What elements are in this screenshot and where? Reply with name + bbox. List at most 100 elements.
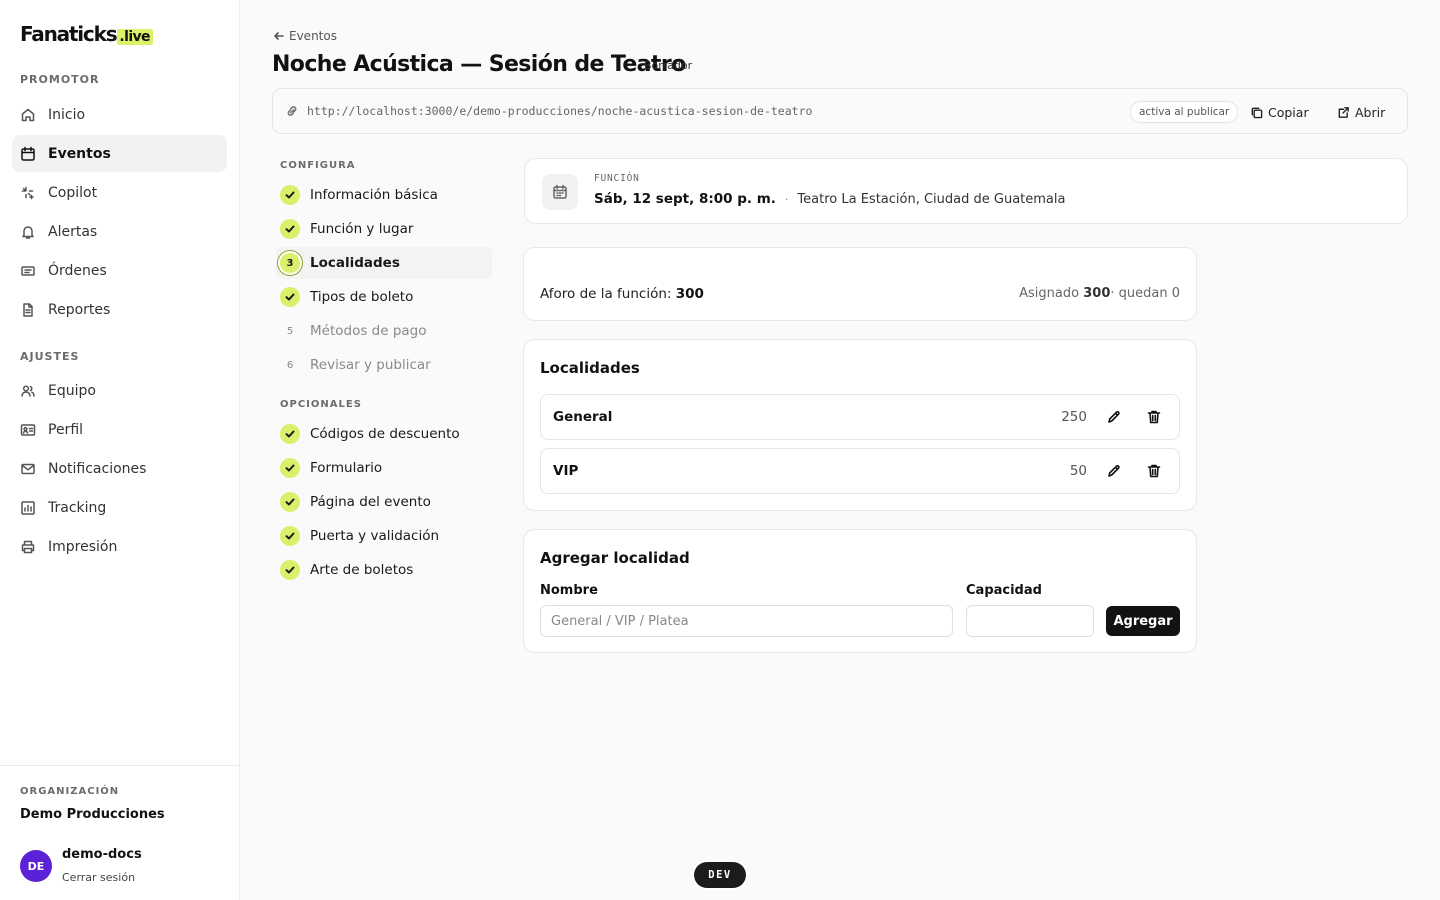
edit-localidad-button[interactable]	[1105, 408, 1123, 426]
localidad-row: General 250	[540, 394, 1180, 440]
edit-localidad-button[interactable]	[1105, 462, 1123, 480]
localidad-row: VIP 50	[540, 448, 1180, 494]
document-icon	[23, 302, 33, 317]
copy-icon	[1251, 107, 1263, 118]
step-label: Información básica	[310, 187, 438, 203]
assigned-label: Asignado	[1019, 286, 1080, 301]
step-tipos-de-boleto[interactable]: Tipos de boleto	[276, 281, 492, 313]
sidebar-item-inicio[interactable]: Inicio	[12, 96, 227, 133]
step-formulario[interactable]: Formulario	[276, 452, 492, 484]
sidebar: Fanaticks .live PROMOTOR Inicio Eventos C…	[0, 0, 240, 900]
capacity-card: Aforo de la función: 300 Asignado 300· q…	[523, 247, 1197, 321]
stepper-section-opcionales: OPCIONALES	[280, 399, 362, 410]
step-localidades[interactable]: 3 Localidades	[276, 247, 492, 279]
step-label: Puerta y validación	[310, 528, 440, 544]
delete-localidad-button[interactable]	[1145, 408, 1163, 426]
status-badge: Borrador	[644, 59, 693, 72]
sidebar-item-alertas[interactable]: Alertas	[12, 213, 227, 250]
capacity-assigned: Asignado 300· quedan 0	[1019, 286, 1180, 301]
open-button-label: Abrir	[1355, 104, 1386, 120]
check-icon	[285, 191, 295, 199]
arrow-left-icon	[274, 32, 284, 40]
external-link-icon	[1338, 106, 1349, 118]
copy-button[interactable]: Copiar	[1250, 101, 1309, 123]
event-url[interactable]: http://localhost:3000/e/demo-produccione…	[307, 104, 812, 118]
capacity-input[interactable]	[966, 605, 1094, 637]
org-name[interactable]: Demo Producciones	[20, 807, 165, 822]
sidebar-item-reportes[interactable]: Reportes	[12, 291, 227, 328]
remaining-value: · quedan 0	[1110, 286, 1180, 301]
step-current-badge: 3	[280, 253, 300, 273]
copy-button-label: Copiar	[1268, 104, 1309, 120]
step-label: Códigos de descuento	[310, 426, 460, 442]
delete-localidad-button[interactable]	[1145, 462, 1163, 480]
pencil-icon	[1108, 465, 1120, 477]
capacity-label: Aforo de la función:	[540, 286, 672, 302]
step-metodos-de-pago[interactable]: 5 Métodos de pago	[276, 315, 492, 347]
sidebar-item-copilot[interactable]: Copilot	[12, 174, 227, 211]
step-done-badge	[280, 458, 300, 478]
brand-suffix: .live	[117, 29, 153, 45]
check-icon	[285, 532, 295, 540]
step-done-badge	[280, 185, 300, 205]
step-codigos-de-descuento[interactable]: Códigos de descuento	[276, 418, 492, 450]
step-pagina-del-evento[interactable]: Página del evento	[276, 486, 492, 518]
step-label: Revisar y publicar	[310, 357, 431, 373]
brand-logo[interactable]: Fanaticks .live	[20, 22, 153, 46]
sparkle-icon	[21, 186, 34, 199]
sidebar-item-label: Perfil	[48, 421, 84, 438]
function-separator: ·	[784, 192, 789, 206]
user-name: demo-docs	[62, 847, 142, 862]
function-card: FUNCIÓN Sáb, 12 sept, 8:00 p. m. · Teatr…	[524, 158, 1408, 224]
step-funcion-y-lugar[interactable]: Función y lugar	[276, 213, 492, 245]
sidebar-item-label: Eventos	[48, 145, 111, 162]
capacity-field-label: Capacidad	[966, 583, 1042, 598]
users-icon	[21, 384, 35, 397]
step-number: 5	[286, 325, 294, 337]
check-icon	[285, 293, 295, 301]
capacity-total: Aforo de la función: 300	[540, 286, 704, 302]
step-revisar-y-publicar[interactable]: 6 Revisar y publicar	[276, 349, 492, 381]
sidebar-item-equipo[interactable]: Equipo	[12, 372, 227, 409]
nav-section-promotor: PROMOTOR	[20, 73, 100, 86]
logout-link[interactable]: Cerrar sesión	[62, 871, 135, 884]
step-informacion-basica[interactable]: Información básica	[276, 179, 492, 211]
sidebar-item-label: Órdenes	[48, 262, 107, 279]
pencil-icon	[1108, 411, 1120, 423]
sidebar-item-label: Impresión	[48, 538, 118, 555]
check-icon	[285, 566, 295, 574]
step-puerta-y-validacion[interactable]: Puerta y validación	[276, 520, 492, 552]
sidebar-item-notificaciones[interactable]: Notificaciones	[12, 450, 227, 487]
add-localidad-button[interactable]: Agregar	[1106, 606, 1180, 636]
brand-name: Fanaticks	[20, 22, 118, 46]
dev-badge[interactable]: DEV	[694, 862, 746, 888]
back-link-label: Eventos	[289, 29, 337, 43]
check-icon	[285, 430, 295, 438]
sidebar-item-tracking[interactable]: Tracking	[12, 489, 227, 526]
stepper-section-configura: CONFIGURA	[280, 160, 356, 171]
page-title: Noche Acústica — Sesión de Teatro	[272, 52, 686, 77]
sidebar-item-label: Notificaciones	[48, 460, 147, 477]
sidebar-item-impresion[interactable]: Impresión	[12, 528, 227, 565]
step-done-badge	[280, 424, 300, 444]
avatar: DE	[20, 850, 52, 882]
capacity-value: 300	[675, 286, 704, 302]
add-localidad-title: Agregar localidad	[540, 549, 690, 567]
open-button[interactable]: Abrir	[1337, 101, 1385, 123]
name-input[interactable]	[540, 605, 953, 637]
calendar-icon	[21, 146, 35, 161]
step-label: Función y lugar	[310, 221, 414, 237]
localidad-name: General	[553, 409, 613, 425]
step-label: Métodos de pago	[310, 323, 427, 339]
sidebar-item-ordenes[interactable]: Órdenes	[12, 252, 227, 289]
back-link[interactable]: Eventos	[273, 29, 337, 43]
step-arte-de-boletos[interactable]: Arte de boletos	[276, 554, 492, 586]
check-icon	[285, 498, 295, 506]
sidebar-item-eventos[interactable]: Eventos	[12, 135, 227, 172]
url-status-pill: activa al publicar	[1130, 101, 1239, 123]
check-icon	[285, 464, 295, 472]
localidades-card: Localidades General 250 VIP 50	[523, 339, 1197, 511]
id-card-icon	[20, 423, 36, 436]
sidebar-item-perfil[interactable]: Perfil	[12, 411, 227, 448]
localidad-capacity: 250	[1061, 409, 1087, 425]
